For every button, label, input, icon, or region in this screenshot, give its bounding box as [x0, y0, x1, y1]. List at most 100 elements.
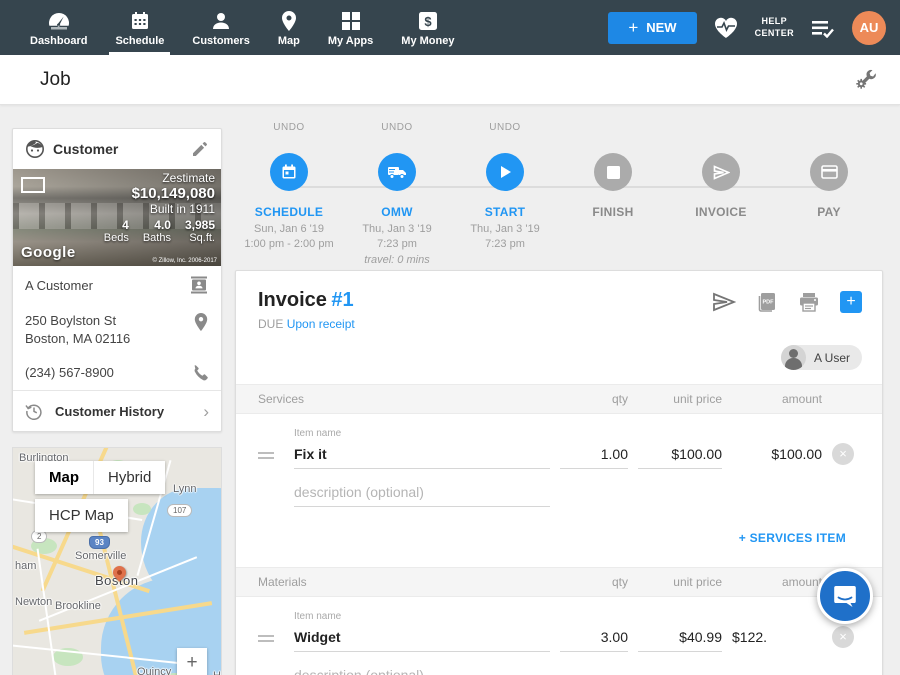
- schedule-step-button[interactable]: [270, 153, 308, 191]
- send-invoice-icon[interactable]: [712, 292, 736, 312]
- timeline-step-finish: FINISH: [559, 115, 667, 270]
- customer-card: Customer Zestimate $10,149,080 Built in …: [12, 128, 222, 432]
- hcp-map-button[interactable]: HCP Map: [35, 499, 128, 532]
- interstate-badge: 93: [89, 536, 110, 549]
- invoice-step-button[interactable]: [702, 153, 740, 191]
- timeline-step-detail: Thu, Jan 3 '19 7:23 pm travel: 0 mins: [362, 222, 431, 268]
- customer-name-row: A Customer: [13, 266, 221, 303]
- invoice-header: Invoice #1 DUE Upon receipt PDF: [236, 271, 882, 337]
- nav-tab-schedule[interactable]: Schedule: [101, 0, 178, 55]
- chat-launcher-button[interactable]: [817, 568, 873, 624]
- nav-tab-dashboard[interactable]: Dashboard: [16, 0, 101, 55]
- baths-value: 4.0: [143, 218, 171, 232]
- phone-icon[interactable]: [191, 364, 209, 382]
- invoice-number[interactable]: #1: [331, 289, 353, 311]
- task-list-icon[interactable]: [810, 18, 836, 38]
- edit-pencil-icon[interactable]: [191, 140, 209, 158]
- undo-omw-button[interactable]: UNDO: [381, 115, 412, 139]
- built-year: Built in 1911: [104, 202, 215, 216]
- undo-schedule-button[interactable]: UNDO: [273, 115, 304, 139]
- help-center-link[interactable]: HELP CENTER: [755, 16, 794, 39]
- location-pin-icon[interactable]: [193, 312, 209, 332]
- map-type-hybrid-button[interactable]: Hybrid: [93, 461, 165, 494]
- timeline-step-detail: Thu, Jan 3 '19 7:23 pm: [470, 222, 539, 253]
- description-input[interactable]: [294, 664, 550, 675]
- assignee-chip[interactable]: A User: [781, 345, 862, 370]
- item-name-input[interactable]: [294, 626, 550, 652]
- delete-line-icon[interactable]: ×: [832, 626, 854, 648]
- col-qty: qty: [560, 392, 628, 406]
- customer-history-row[interactable]: Customer History ›: [13, 390, 221, 431]
- col-unit-price: unit price: [638, 392, 722, 406]
- map-place-label: Quincy: [137, 666, 171, 675]
- user-avatar[interactable]: AU: [852, 11, 886, 45]
- add-services-item-link[interactable]: + SERVICES ITEM: [739, 531, 846, 545]
- customer-card-title: Customer: [53, 141, 183, 157]
- assignee-avatar: [781, 345, 806, 370]
- schedule-icon: [130, 11, 150, 31]
- timeline-step-detail: Sun, Jan 6 '19 1:00 pm - 2:00 pm: [244, 222, 333, 253]
- print-icon[interactable]: [798, 292, 820, 312]
- address-line2: Boston, MA 02116: [25, 330, 193, 348]
- map-type-control: Map Hybrid: [35, 461, 165, 494]
- zillow-copyright: © Zillow, Inc. 2006-2017: [153, 258, 217, 264]
- drag-handle-icon[interactable]: [258, 635, 274, 642]
- drag-handle-icon[interactable]: [258, 452, 274, 459]
- map-type-map-button[interactable]: Map: [35, 461, 93, 494]
- beds-value: 4: [104, 218, 129, 232]
- money-icon: $: [418, 11, 438, 31]
- invoice-card: Invoice #1 DUE Upon receipt PDF: [235, 270, 883, 675]
- delete-line-icon[interactable]: ×: [832, 443, 854, 465]
- omw-step-button[interactable]: [378, 153, 416, 191]
- top-nav: Dashboard Schedule Customers Map My Apps: [0, 0, 900, 55]
- due-terms-link[interactable]: Upon receipt: [287, 317, 355, 331]
- timeline-step-pay: PAY: [775, 115, 883, 270]
- timeline-step-invoice: INVOICE: [667, 115, 775, 270]
- customer-card-header: Customer: [13, 129, 221, 169]
- pdf-icon[interactable]: PDF: [756, 291, 778, 313]
- history-icon: [25, 402, 43, 420]
- new-button[interactable]: + NEW: [608, 12, 696, 44]
- customers-icon: [210, 11, 232, 31]
- send-icon: [713, 165, 730, 180]
- photo-frame-icon[interactable]: [21, 177, 45, 193]
- zoom-in-button[interactable]: +: [177, 648, 207, 675]
- timeline-step-schedule: UNDO SCHEDULE Sun, Jan 6 '19 1:00 pm - 2…: [235, 115, 343, 270]
- timeline-step-label: PAY: [817, 205, 841, 219]
- health-heart-icon[interactable]: [713, 16, 739, 40]
- nav-tab-label: Map: [278, 35, 300, 47]
- qty-input[interactable]: [560, 626, 628, 652]
- page-content: Customer Zestimate $10,149,080 Built in …: [0, 105, 900, 675]
- description-input[interactable]: [294, 481, 550, 507]
- zestimate-value: $10,149,080: [104, 185, 215, 202]
- services-section-header: Services qty unit price amount: [236, 384, 882, 414]
- face-icon: [25, 139, 45, 159]
- nav-tab-my-apps[interactable]: My Apps: [314, 0, 387, 55]
- col-amount: amount: [732, 392, 822, 406]
- job-tools-icon[interactable]: [854, 68, 878, 92]
- section-title: Materials: [258, 575, 550, 589]
- unit-price-input[interactable]: [638, 443, 722, 469]
- nav-tab-my-money[interactable]: $ My Money: [387, 0, 468, 55]
- nav-tab-map[interactable]: Map: [264, 0, 314, 55]
- nav-tab-customers[interactable]: Customers: [178, 0, 263, 55]
- add-invoice-button[interactable]: +: [840, 291, 862, 313]
- new-button-label: NEW: [646, 20, 676, 35]
- map-widget[interactable]: Burlington Lynn Somerville Boston ham Ne…: [12, 447, 222, 675]
- left-sidebar: Customer Zestimate $10,149,080 Built in …: [12, 128, 222, 675]
- undo-start-button[interactable]: UNDO: [489, 115, 520, 139]
- item-name-input[interactable]: [294, 443, 550, 469]
- stop-icon: [607, 166, 620, 179]
- add-services-row: + SERVICES ITEM: [236, 507, 882, 567]
- unit-price-input[interactable]: [638, 626, 722, 652]
- route-badge: 107: [167, 504, 192, 517]
- start-step-button[interactable]: [486, 153, 524, 191]
- finish-step-button[interactable]: [594, 153, 632, 191]
- pay-step-button[interactable]: [810, 153, 848, 191]
- contact-card-icon[interactable]: [189, 275, 209, 295]
- google-watermark: Google: [21, 244, 76, 261]
- qty-input[interactable]: [560, 443, 628, 469]
- invoice-toolbar: PDF +: [712, 291, 862, 313]
- assignee-name: A User: [814, 351, 850, 365]
- customer-address-row: 250 Boylston St Boston, MA 02116: [13, 303, 221, 355]
